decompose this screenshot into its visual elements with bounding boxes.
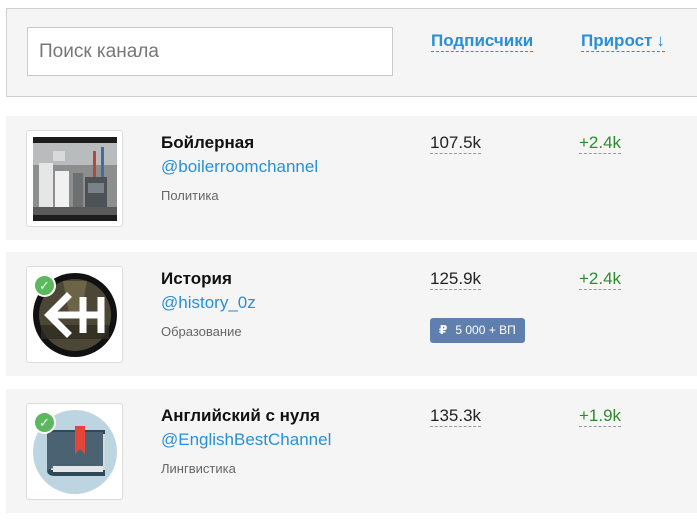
channel-name[interactable]: Бойлерная <box>161 133 254 153</box>
channel-handle-link[interactable]: @boilerroomchannel <box>161 157 318 177</box>
channel-handle-link[interactable]: @EnglishBestChannel <box>161 430 331 450</box>
verified-check-icon: ✓ <box>33 411 56 434</box>
search-input[interactable] <box>27 27 393 76</box>
growth-count: +2.4k <box>579 133 622 154</box>
sort-down-arrow-icon: ↓ <box>656 31 665 50</box>
sort-growth-link[interactable]: Прирост ↓ <box>581 31 665 52</box>
channel-card[interactable]: ✓ Английский с нуля @EnglishBestChannel … <box>6 389 697 513</box>
channel-category: Политика <box>161 188 219 203</box>
ad-price-badge[interactable]: ₽5 000 + ВП <box>430 318 525 343</box>
verified-check-icon: ✓ <box>33 274 56 297</box>
ad-price-label: 5 000 + ВП <box>455 323 516 337</box>
channel-name[interactable]: Английский с нуля <box>161 406 320 426</box>
sort-subscribers-link[interactable]: Подписчики <box>431 31 534 52</box>
channel-avatar[interactable]: ✓ <box>26 403 123 500</box>
channel-category: Образование <box>161 324 242 339</box>
channel-list-header: Подписчики Прирост↓ <box>6 8 697 97</box>
sort-growth-label: Прирост <box>581 31 653 50</box>
channel-avatar[interactable]: ✓ <box>26 266 123 363</box>
channel-handle-link[interactable]: @history_0z <box>161 293 256 313</box>
growth-count: +1.9k <box>579 406 622 427</box>
growth-count: +2.4k <box>579 269 622 290</box>
boiler-room-photo <box>33 137 117 221</box>
channel-category: Лингвистика <box>161 461 236 476</box>
channel-card[interactable]: ✓ История @history_0z Образование 125.9k… <box>6 252 697 376</box>
channel-name[interactable]: История <box>161 269 232 289</box>
channel-avatar[interactable] <box>26 130 123 227</box>
channel-card[interactable]: Бойлерная @boilerroomchannel Политика 10… <box>6 116 697 240</box>
subscribers-count: 107.5k <box>430 133 482 154</box>
ruble-icon: ₽ <box>439 323 448 337</box>
subscribers-count: 125.9k <box>430 269 482 290</box>
subscribers-count: 135.3k <box>430 406 482 427</box>
